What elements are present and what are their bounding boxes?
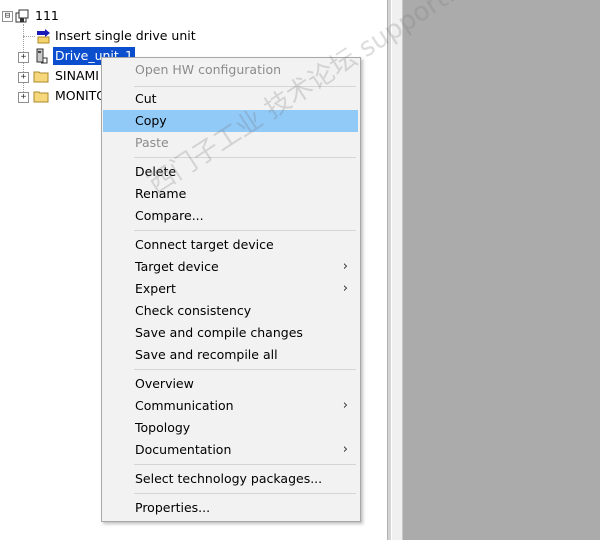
folder-icon — [33, 91, 49, 103]
menu-item-cut[interactable]: Cut — [103, 88, 358, 110]
insert-drive-icon — [37, 29, 50, 44]
menu-separator — [134, 493, 356, 494]
menu-item-save-recompile-all[interactable]: Save and recompile all — [103, 344, 358, 366]
splitter[interactable] — [387, 0, 391, 540]
splitter-gutter — [392, 0, 403, 540]
menu-item-topology[interactable]: Topology — [103, 417, 358, 439]
tree-item-monitoring[interactable]: MONITO — [55, 87, 106, 105]
tree-item-insert-drive[interactable]: Insert single drive unit — [55, 27, 196, 45]
menu-item-overview[interactable]: Overview — [103, 373, 358, 395]
drive-unit-icon — [36, 48, 48, 64]
submenu-arrow-icon: › — [342, 442, 348, 457]
menu-item-compare[interactable]: Compare... — [103, 205, 358, 227]
project-icon — [15, 9, 29, 23]
menu-item-expert[interactable]: Expert › — [103, 278, 358, 300]
context-menu: Open HW configuration Cut Copy Paste Del… — [101, 57, 361, 522]
tree-item-sinamics[interactable]: SINAMI — [55, 67, 99, 85]
menu-item-save-compile-changes[interactable]: Save and compile changes — [103, 322, 358, 344]
menu-separator — [134, 157, 356, 158]
monitor-expand-toggle[interactable]: + — [18, 92, 29, 103]
submenu-arrow-icon: › — [342, 398, 348, 413]
menu-item-open-hw-configuration: Open HW configuration — [135, 62, 282, 77]
menu-item-select-technology-packages[interactable]: Select technology packages... — [103, 468, 358, 490]
menu-item-copy[interactable]: Copy — [103, 110, 358, 132]
menu-item-delete[interactable]: Delete — [103, 161, 358, 183]
drive-unit-expand-toggle[interactable]: + — [18, 52, 29, 63]
menu-separator — [134, 369, 356, 370]
folder-icon — [33, 71, 49, 83]
workspace-area — [403, 0, 600, 540]
menu-item-documentation[interactable]: Documentation › — [103, 439, 358, 461]
menu-item-check-consistency[interactable]: Check consistency — [103, 300, 358, 322]
menu-separator — [134, 86, 356, 87]
menu-separator — [134, 464, 356, 465]
menu-item-paste: Paste — [135, 135, 169, 150]
menu-item-communication[interactable]: Communication › — [103, 395, 358, 417]
tree-connector — [23, 36, 35, 37]
submenu-arrow-icon: › — [342, 259, 348, 274]
submenu-arrow-icon: › — [342, 281, 348, 296]
menu-item-target-device[interactable]: Target device › — [103, 256, 358, 278]
menu-item-rename[interactable]: Rename — [103, 183, 358, 205]
menu-item-properties[interactable]: Properties... — [103, 497, 358, 519]
menu-item-connect-target-device[interactable]: Connect target device — [103, 234, 358, 256]
sinamics-expand-toggle[interactable]: + — [18, 72, 29, 83]
tree-root-label[interactable]: 111 — [35, 7, 59, 25]
root-collapse-toggle[interactable]: ⊟ — [2, 11, 13, 22]
menu-separator — [134, 230, 356, 231]
